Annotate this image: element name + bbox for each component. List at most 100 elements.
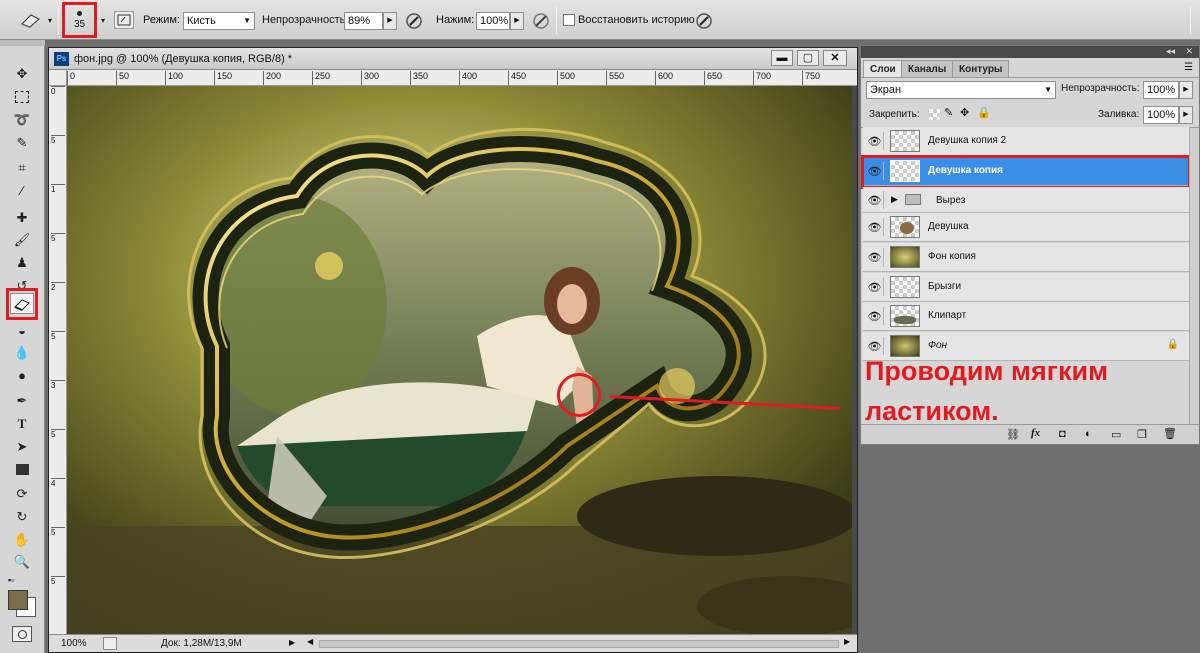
mode-select[interactable]: Кисть ▼: [183, 12, 255, 30]
artwork: [67, 86, 852, 634]
default-colors-icon[interactable]: ▪▫: [8, 575, 14, 585]
pen-tool-icon[interactable]: ✒: [10, 390, 34, 411]
restore-history-checkbox[interactable]: [563, 14, 575, 26]
hand-tool-icon[interactable]: ✋: [10, 529, 34, 550]
lock-position-icon[interactable]: ✥: [960, 106, 969, 119]
zoom-level[interactable]: 100%: [61, 638, 87, 649]
tab-channels[interactable]: Каналы: [901, 60, 954, 77]
pressure-opacity-icon[interactable]: [404, 11, 424, 31]
layer-row[interactable]: 👁 Брызги: [863, 273, 1189, 302]
fill-input[interactable]: 100%: [1143, 106, 1179, 124]
eraser-tool-icon[interactable]: [10, 293, 34, 314]
zoom-tool-icon[interactable]: 🔍: [10, 551, 34, 572]
healing-brush-tool-icon[interactable]: ✚: [10, 207, 34, 228]
trash-icon[interactable]: 🗑: [1163, 427, 1177, 440]
path-selection-tool-icon[interactable]: ➤: [10, 436, 34, 457]
layer-row[interactable]: 👁 Фон копия: [863, 243, 1189, 272]
fill-slider[interactable]: ▶: [1179, 106, 1193, 124]
new-group-icon[interactable]: ▭: [1111, 428, 1121, 441]
status-menu-arrow-icon[interactable]: ▶: [289, 638, 295, 647]
brush-tool-icon[interactable]: 🖌: [10, 229, 34, 250]
new-layer-icon[interactable]: ❐: [1137, 428, 1147, 441]
scroll-right-icon[interactable]: ▶: [844, 637, 850, 646]
type-tool-icon[interactable]: T: [10, 413, 34, 434]
minimize-button[interactable]: ▬: [771, 50, 793, 66]
panel-menu-icon[interactable]: ☰: [1184, 62, 1193, 73]
eye-icon[interactable]: 👁: [866, 307, 884, 325]
layer-row[interactable]: 👁 Девушка: [863, 213, 1189, 242]
chevron-down-icon[interactable]: ▾: [99, 16, 107, 25]
fx-icon[interactable]: fx: [1031, 427, 1040, 439]
airbrush-icon[interactable]: [531, 11, 551, 31]
eye-icon[interactable]: 👁: [866, 248, 884, 266]
foreground-color-swatch[interactable]: [8, 590, 28, 610]
status-options-icon[interactable]: [103, 637, 117, 650]
3d-rotate-tool-icon[interactable]: ⟳: [10, 483, 34, 504]
ruler-horizontal: 0 50 100 150 200 250 300 350 400 450 500 550 600 650 7…: [67, 70, 857, 86]
eye-icon[interactable]: 👁: [866, 218, 884, 236]
collapse-icon[interactable]: ◂◂: [1166, 46, 1175, 57]
clone-stamp-tool-icon[interactable]: ♟: [10, 252, 34, 273]
close-button[interactable]: ✕: [823, 50, 847, 66]
close-panel-icon[interactable]: ✕: [1185, 46, 1193, 57]
lock-transparency-icon[interactable]: [929, 109, 940, 120]
document-tab[interactable]: Ps фон.jpg @ 100% (Девушка копия, RGB/8)…: [49, 48, 857, 70]
image-canvas[interactable]: [67, 86, 852, 634]
blur-tool-icon[interactable]: 💧: [10, 342, 34, 363]
link-layers-icon[interactable]: ⛓: [1006, 428, 1020, 441]
quick-selection-tool-icon[interactable]: ✎: [10, 132, 34, 153]
eye-icon[interactable]: 👁: [866, 278, 884, 296]
panel-header[interactable]: ◂◂ ✕: [861, 46, 1199, 58]
ruler-tick-label: 5: [51, 576, 65, 586]
ruler-tick-label: 200: [263, 71, 281, 85]
ruler-tick-label: 750: [802, 71, 820, 85]
rectangle-tool-icon[interactable]: [10, 459, 34, 480]
lasso-tool-icon[interactable]: ➰: [10, 109, 34, 130]
brush-picker[interactable]: 35: [66, 6, 93, 34]
horizontal-scrollbar[interactable]: [319, 640, 839, 648]
ruler-tick-label: 300: [361, 71, 379, 85]
dodge-tool-icon[interactable]: ●: [10, 365, 34, 386]
marquee-tool-icon[interactable]: [10, 86, 34, 107]
layer-opacity-input[interactable]: 100%: [1143, 81, 1179, 99]
scroll-left-icon[interactable]: ◀: [307, 637, 313, 650]
maximize-button[interactable]: ▢: [797, 50, 819, 66]
flow-slider-button[interactable]: ▶: [510, 12, 524, 30]
eye-icon[interactable]: 👁: [866, 191, 884, 209]
layer-row[interactable]: 👁 Клипарт: [863, 302, 1189, 331]
eye-icon[interactable]: 👁: [866, 132, 884, 150]
chevron-down-icon[interactable]: ▾: [46, 16, 54, 25]
eyedropper-tool-icon[interactable]: ⁄: [10, 180, 34, 201]
layer-name: Клипарт: [928, 310, 967, 321]
group-row[interactable]: 👁 ▶ Вырез: [863, 187, 1189, 213]
tab-layers[interactable]: Слои: [863, 60, 903, 77]
pressure-size-icon[interactable]: [694, 11, 714, 31]
ruler-tick-label: 5: [51, 331, 65, 341]
crop-tool-icon[interactable]: ⌗: [10, 157, 34, 178]
move-tool-icon[interactable]: ✥: [10, 63, 34, 84]
brush-panel-toggle-icon[interactable]: [114, 11, 134, 29]
flow-input[interactable]: 100%: [476, 12, 510, 30]
tab-paths[interactable]: Контуры: [952, 60, 1010, 77]
layer-row[interactable]: 👁 Девушка копия 2: [863, 127, 1189, 156]
expand-group-icon[interactable]: ▶: [891, 194, 898, 205]
eraser-tool-preset-icon[interactable]: [18, 10, 44, 30]
ruler-tick-label: 250: [312, 71, 330, 85]
mode-label: Режим:: [143, 14, 180, 26]
lock-pixels-icon[interactable]: ✎: [944, 106, 953, 119]
ruler-tick-label: 0: [67, 71, 75, 85]
paint-bucket-tool-icon[interactable]: ◒: [10, 320, 34, 341]
ruler-tick-label: 550: [606, 71, 624, 85]
layers-scrollbar[interactable]: [1189, 128, 1199, 428]
3d-orbit-tool-icon[interactable]: ↻: [10, 506, 34, 527]
opacity-input[interactable]: 89%: [344, 12, 383, 30]
layer-opacity-slider[interactable]: ▶: [1179, 81, 1193, 99]
ruler-tick-label: 450: [508, 71, 526, 85]
lock-all-icon[interactable]: 🔒: [977, 106, 991, 119]
blend-mode-select[interactable]: Экран ▼: [866, 81, 1056, 99]
quick-mask-icon[interactable]: [12, 626, 32, 642]
toolbar-grip[interactable]: [0, 40, 45, 46]
add-mask-icon[interactable]: ◘: [1059, 428, 1066, 440]
adjustment-layer-icon[interactable]: ◐: [1085, 428, 1092, 440]
opacity-slider-button[interactable]: ▶: [383, 12, 397, 30]
